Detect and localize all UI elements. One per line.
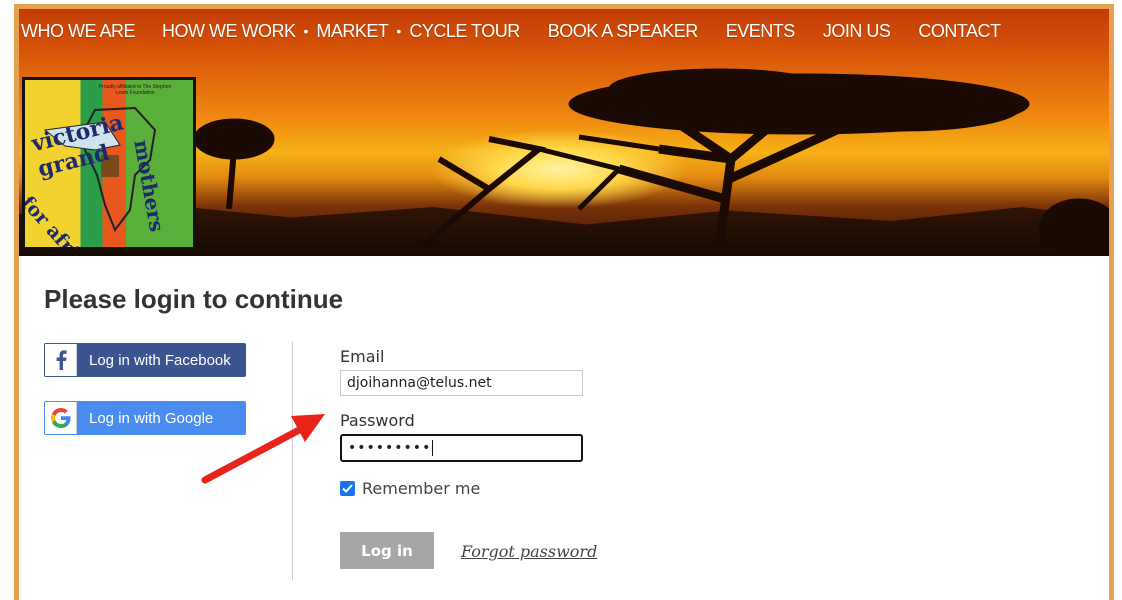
- header-banner: WHO WE ARE HOW WE WORK • MARKET • CYCLE …: [19, 9, 1109, 256]
- nav-separator: •: [396, 23, 402, 39]
- email-field[interactable]: djoihanna@telus.net: [340, 370, 583, 396]
- login-button[interactable]: Log in: [340, 532, 434, 569]
- page-frame: WHO WE ARE HOW WE WORK • MARKET • CYCLE …: [14, 4, 1114, 600]
- nav-separator: •: [303, 23, 309, 39]
- nav-how-we-work[interactable]: HOW WE WORK: [162, 21, 296, 42]
- text-caret: [432, 440, 434, 456]
- facebook-login-button[interactable]: Log in with Facebook: [44, 343, 246, 377]
- email-label: Email: [340, 347, 385, 366]
- main-navigation: WHO WE ARE HOW WE WORK • MARKET • CYCLE …: [19, 19, 1001, 43]
- remember-me-checkbox[interactable]: Remember me: [340, 479, 480, 498]
- google-g-icon: [45, 402, 77, 434]
- remember-me-label: Remember me: [362, 479, 481, 498]
- nav-who-we-are[interactable]: WHO WE ARE: [21, 21, 136, 42]
- password-field[interactable]: •••••••••: [340, 434, 583, 462]
- google-login-label: Log in with Google: [89, 409, 214, 427]
- password-mask: •••••••••: [348, 440, 432, 456]
- page-title: Please login to continue: [44, 284, 344, 314]
- nav-contact[interactable]: CONTACT: [918, 21, 1001, 42]
- nav-market[interactable]: MARKET: [316, 21, 389, 42]
- password-label: Password: [340, 411, 415, 430]
- forgot-password-link[interactable]: Forgot password: [461, 542, 597, 561]
- red-arrow-icon: [201, 414, 325, 484]
- facebook-login-label: Log in with Facebook: [89, 351, 231, 369]
- nav-events[interactable]: EVENTS: [726, 21, 796, 42]
- nav-join-us[interactable]: JOIN US: [823, 21, 891, 42]
- organization-logo[interactable]: Proudly affiliated to The Stephen Lewis …: [22, 77, 196, 250]
- checkmark-icon[interactable]: [340, 481, 355, 496]
- nav-book-a-speaker[interactable]: BOOK A SPEAKER: [548, 21, 699, 42]
- nav-cycle-tour[interactable]: CYCLE TOUR: [409, 21, 520, 42]
- facebook-f-icon: [45, 344, 77, 376]
